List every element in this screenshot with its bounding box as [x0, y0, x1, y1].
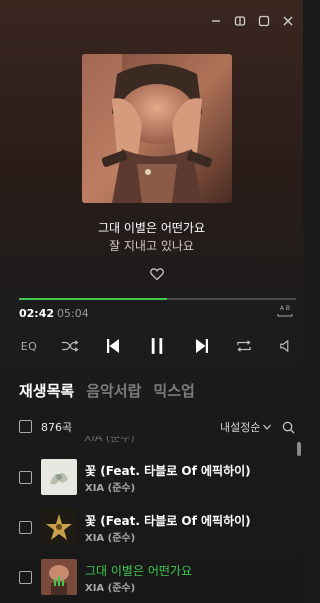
- partial-row-artist: XIA (준수): [84, 436, 135, 444]
- close-button[interactable]: [279, 12, 297, 30]
- like-button[interactable]: [149, 266, 165, 282]
- repeat-icon: [237, 340, 251, 352]
- svg-text:A B: A B: [280, 305, 290, 312]
- progress-bar[interactable]: [19, 298, 296, 300]
- skip-back-icon: [107, 339, 119, 353]
- list-header: 876곡 내설정순: [19, 419, 296, 435]
- maximize-icon: [258, 15, 270, 27]
- track-artist: XIA (준수): [85, 533, 136, 544]
- list-item[interactable]: 꽃 (Feat. 타블로 Of 에픽하이) XIA (준수): [0, 504, 303, 552]
- total-time: 05:04: [57, 307, 89, 320]
- search-button[interactable]: [282, 419, 296, 434]
- ab-repeat-button[interactable]: A B: [276, 304, 294, 320]
- select-all-checkbox[interactable]: [19, 420, 32, 433]
- player-window: 그대 이별은 어떤가요 잘 지내고 있나요 02:42 05:04 A B EQ: [0, 0, 303, 603]
- current-time: 02:42: [19, 307, 55, 320]
- scrollbar-thumb[interactable]: [297, 442, 301, 456]
- skip-forward-icon: [196, 339, 208, 353]
- track-artist: XIA (준수): [85, 483, 136, 494]
- album-art[interactable]: [82, 54, 232, 203]
- track-thumbnail: [41, 559, 77, 595]
- row-checkbox[interactable]: [19, 471, 32, 484]
- song-title: 그대 이별은 어떤가요: [98, 221, 205, 235]
- song-subtitle: 잘 지내고 있나요: [109, 239, 194, 253]
- minimize-icon: [212, 20, 220, 22]
- track-title: 그대 이별은 어떤가요: [85, 564, 192, 578]
- list-item[interactable]: 그대 이별은 어떤가요 XIA (준수): [0, 554, 303, 602]
- search-icon: [282, 421, 295, 434]
- chevron-down-icon: [263, 424, 272, 430]
- next-button[interactable]: [193, 336, 211, 356]
- window-controls: [207, 12, 297, 30]
- playlist: XIA (준수) 꽃 (Feat. 타블로 Of 에픽하이) XIA (준수): [0, 436, 303, 603]
- shuffle-icon: [62, 340, 79, 352]
- heart-icon: [150, 268, 164, 281]
- ab-repeat-icon: A B: [277, 305, 293, 317]
- tab-mixup[interactable]: 믹스업: [153, 380, 194, 401]
- tab-playlist[interactable]: 재생목록: [19, 380, 74, 401]
- eq-button[interactable]: EQ: [17, 336, 41, 356]
- track-title: 꽃 (Feat. 타블로 Of 에픽하이): [85, 514, 251, 528]
- track-artist: XIA (준수): [85, 583, 136, 594]
- close-icon: [283, 16, 293, 26]
- progress-fill: [19, 298, 167, 300]
- pause-button[interactable]: [146, 336, 168, 356]
- track-count: 876곡: [41, 421, 73, 434]
- list-item[interactable]: 꽃 (Feat. 타블로 Of 에픽하이) XIA (준수): [0, 454, 303, 502]
- track-thumbnail: [41, 459, 77, 495]
- mini-player-button[interactable]: [231, 12, 249, 30]
- tab-bar: 재생목록 음악서랍 믹스업: [19, 380, 195, 401]
- volume-button[interactable]: [277, 336, 295, 356]
- row-checkbox[interactable]: [19, 571, 32, 584]
- shuffle-button[interactable]: [59, 336, 81, 356]
- previous-button[interactable]: [104, 336, 122, 356]
- pause-icon: [151, 338, 163, 354]
- sort-label: 내설정순: [220, 421, 261, 434]
- tab-music-drawer[interactable]: 음악서랍: [86, 380, 141, 401]
- sort-dropdown[interactable]: 내설정순: [220, 419, 272, 435]
- repeat-button[interactable]: [233, 336, 255, 356]
- track-title: 꽃 (Feat. 타블로 Of 에픽하이): [85, 464, 251, 478]
- mini-player-icon: [234, 16, 246, 26]
- speaker-icon: [280, 339, 289, 353]
- maximize-button[interactable]: [255, 12, 273, 30]
- row-checkbox[interactable]: [19, 521, 32, 534]
- track-thumbnail: [41, 509, 77, 545]
- minimize-button[interactable]: [207, 12, 225, 30]
